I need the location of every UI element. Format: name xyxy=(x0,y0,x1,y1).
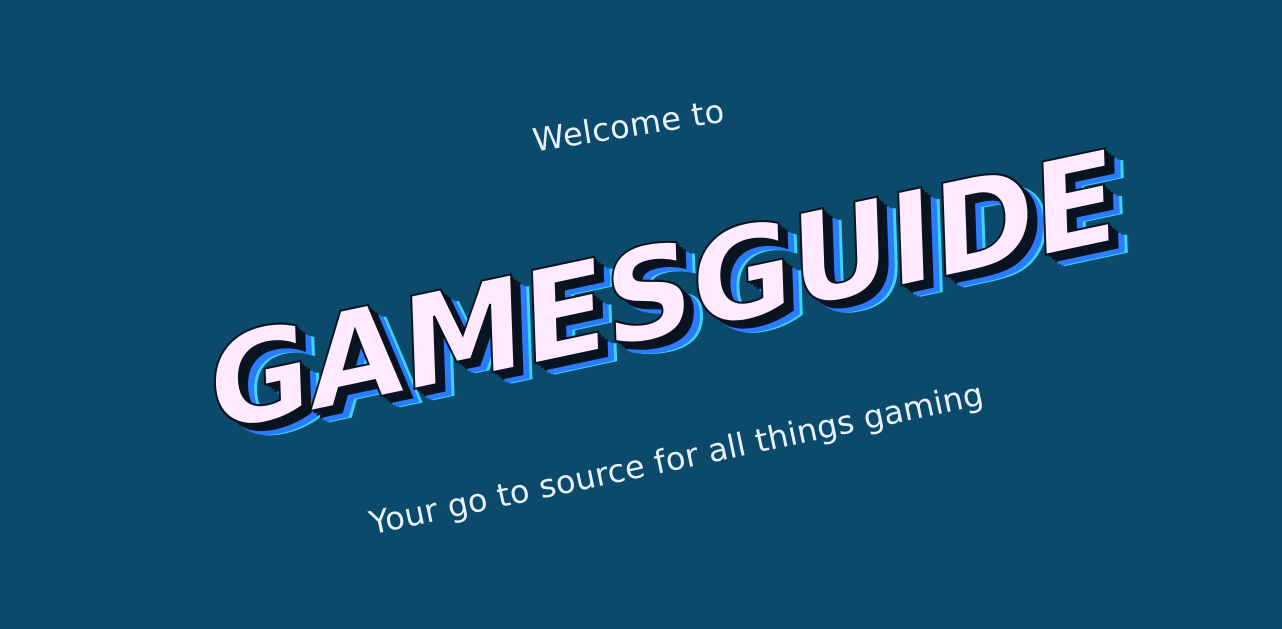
hero-section: Welcome to GAMESGUIDE Your go to source … xyxy=(0,0,1282,629)
